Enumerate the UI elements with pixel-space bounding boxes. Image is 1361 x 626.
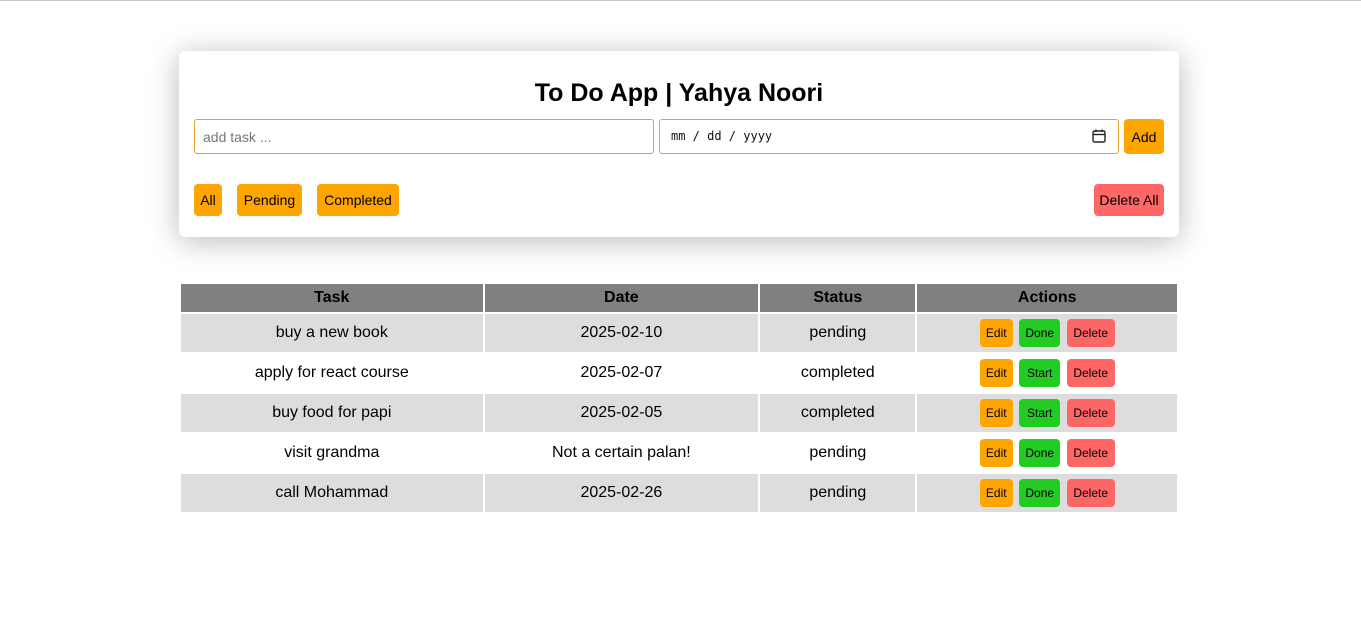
status-cell: pending xyxy=(760,474,916,512)
toggle-status-button[interactable]: Done xyxy=(1019,439,1061,467)
status-cell: completed xyxy=(760,394,916,432)
column-header-status: Status xyxy=(760,284,916,312)
calendar-icon[interactable] xyxy=(1092,129,1106,143)
table-header-row: Task Date Status Actions xyxy=(181,284,1177,312)
date-cell: 2025-02-26 xyxy=(484,474,759,512)
task-cell: call Mohammad xyxy=(181,474,483,512)
top-divider xyxy=(0,0,1361,1)
toggle-status-button[interactable]: Done xyxy=(1019,319,1061,347)
edit-button[interactable]: Edit xyxy=(979,439,1013,467)
delete-all-button[interactable]: Delete All xyxy=(1094,184,1164,216)
column-header-task: Task xyxy=(181,284,483,312)
task-cell: buy food for papi xyxy=(181,394,483,432)
date-cell: Not a certain palan! xyxy=(484,434,759,472)
status-cell: pending xyxy=(760,314,916,352)
date-input[interactable]: mm / dd / yyyy xyxy=(659,119,1119,154)
filter-completed-button[interactable]: Completed xyxy=(317,184,399,216)
toggle-status-button[interactable]: Start xyxy=(1019,359,1061,387)
filter-all-button[interactable]: All xyxy=(194,184,222,216)
edit-button[interactable]: Edit xyxy=(979,319,1013,347)
edit-button[interactable]: Edit xyxy=(979,399,1013,427)
delete-button[interactable]: Delete xyxy=(1066,479,1115,507)
edit-button[interactable]: Edit xyxy=(979,479,1013,507)
actions-cell: Edit Start Delete xyxy=(917,354,1177,392)
add-task-button[interactable]: Add xyxy=(1124,119,1164,154)
toggle-status-button[interactable]: Start xyxy=(1019,399,1061,427)
table-row: call Mohammad 2025-02-26 pending Edit Do… xyxy=(181,474,1177,512)
edit-button[interactable]: Edit xyxy=(979,359,1013,387)
table-row: apply for react course 2025-02-07 comple… xyxy=(181,354,1177,392)
delete-button[interactable]: Delete xyxy=(1066,319,1115,347)
actions-cell: Edit Done Delete xyxy=(917,434,1177,472)
date-cell: 2025-02-07 xyxy=(484,354,759,392)
table-row: visit grandma Not a certain palan! pendi… xyxy=(181,434,1177,472)
delete-button[interactable]: Delete xyxy=(1066,399,1115,427)
date-cell: 2025-02-05 xyxy=(484,394,759,432)
actions-cell: Edit Done Delete xyxy=(917,314,1177,352)
delete-button[interactable]: Delete xyxy=(1066,439,1115,467)
page-title: To Do App | Yahya Noori xyxy=(534,79,824,107)
column-header-actions: Actions xyxy=(917,284,1177,312)
date-placeholder: mm / dd / yyyy xyxy=(671,129,773,143)
task-cell: buy a new book xyxy=(181,314,483,352)
actions-cell: Edit Start Delete xyxy=(917,394,1177,432)
status-cell: completed xyxy=(760,354,916,392)
status-cell: pending xyxy=(760,434,916,472)
actions-cell: Edit Done Delete xyxy=(917,474,1177,512)
table-row: buy a new book 2025-02-10 pending Edit D… xyxy=(181,314,1177,352)
delete-button[interactable]: Delete xyxy=(1066,359,1115,387)
table-row: buy food for papi 2025-02-05 completed E… xyxy=(181,394,1177,432)
filter-pending-button[interactable]: Pending xyxy=(237,184,302,216)
tasks-table: Task Date Status Actions buy a new book … xyxy=(179,282,1179,514)
date-cell: 2025-02-10 xyxy=(484,314,759,352)
todo-form-card: To Do App | Yahya Noori mm / dd / yyyy A… xyxy=(179,51,1179,237)
task-cell: apply for react course xyxy=(181,354,483,392)
toggle-status-button[interactable]: Done xyxy=(1019,479,1061,507)
task-cell: visit grandma xyxy=(181,434,483,472)
column-header-date: Date xyxy=(484,284,759,312)
task-input[interactable] xyxy=(194,119,654,154)
